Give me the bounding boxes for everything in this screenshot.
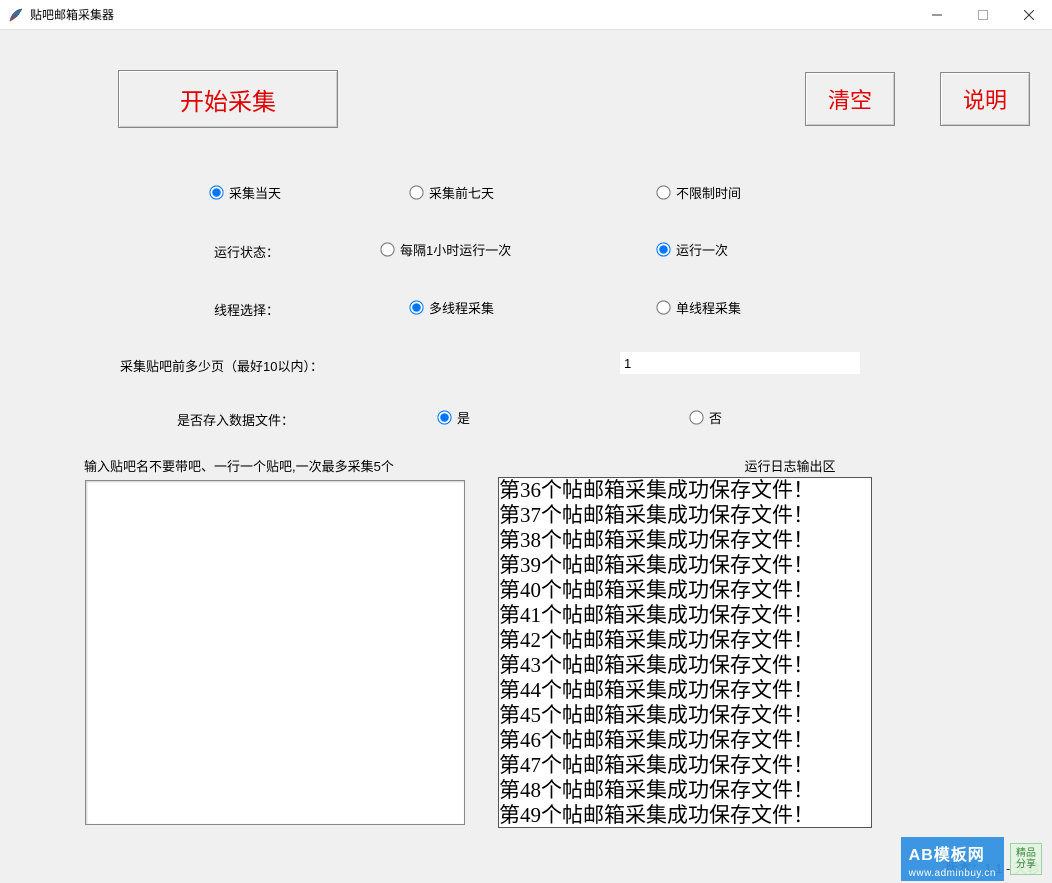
save-file-label: 是否存入数据文件： (177, 410, 294, 429)
log-line: 第46个帖邮箱采集成功保存文件！ (499, 728, 871, 753)
radio-label: 多线程采集 (429, 298, 494, 317)
app-feather-icon (8, 7, 24, 23)
radio-label: 运行一次 (676, 240, 728, 259)
log-line: 第40个帖邮箱采集成功保存文件！ (499, 578, 871, 603)
log-line: 第37个帖邮箱采集成功保存文件！ (499, 503, 871, 528)
log-line: 第42个帖邮箱采集成功保存文件！ (499, 628, 871, 653)
log-line: 第38个帖邮箱采集成功保存文件！ (499, 528, 871, 553)
maximize-button[interactable] (960, 0, 1006, 30)
radio-label: 单线程采集 (676, 298, 741, 317)
radio-no-time-limit[interactable]: 不限制时间 (657, 183, 741, 202)
start-collect-button[interactable]: 开始采集 (118, 70, 338, 128)
log-area-header: 运行日志输出区 (720, 456, 860, 475)
watermark-url: www.adminbuy.cn (901, 868, 1004, 881)
log-line: 第47个帖邮箱采集成功保存文件！ (499, 753, 871, 778)
radio-run-once[interactable]: 运行一次 (657, 240, 728, 259)
radio-run-hourly[interactable]: 每隔1小时运行一次 (381, 240, 511, 259)
radio-collect-today[interactable]: 采集当天 (210, 183, 281, 202)
watermark-badge-square: 精品 分享 (1010, 843, 1042, 875)
thread-label: 线程选择： (214, 300, 279, 319)
radio-save-yes[interactable]: 是 (438, 408, 470, 427)
window-controls (914, 0, 1052, 30)
log-line: 第49个帖邮箱采集成功保存文件！ (499, 803, 871, 828)
titlebar: 贴吧邮箱采集器 (0, 0, 1052, 30)
radio-label: 不限制时间 (676, 183, 741, 202)
log-line: 第39个帖邮箱采集成功保存文件！ (499, 553, 871, 578)
log-line: 第45个帖邮箱采集成功保存文件！ (499, 703, 871, 728)
close-button[interactable] (1006, 0, 1052, 30)
run-state-label: 运行状态： (214, 242, 279, 261)
input-area-header: 输入贴吧名不要带吧、一行一个贴吧,一次最多采集5个 (84, 456, 424, 475)
pages-label: 采集贴吧前多少页（最好10以内）： (120, 356, 323, 375)
radio-label: 每隔1小时运行一次 (400, 240, 511, 259)
log-line: 第43个帖邮箱采集成功保存文件！ (499, 653, 871, 678)
radio-label: 是 (457, 408, 470, 427)
tieba-names-textarea[interactable] (88, 483, 462, 822)
pages-input[interactable] (620, 352, 860, 374)
client-area: 开始采集 清空 说明 采集当天 采集前七天 不限制时间 运行状态： 每隔1小时运… (0, 30, 1052, 883)
help-button[interactable]: 说明 (940, 72, 1030, 126)
radio-label: 否 (709, 408, 722, 427)
window-title: 贴吧邮箱采集器 (30, 6, 114, 23)
radio-multithread[interactable]: 多线程采集 (410, 298, 494, 317)
watermark: AB模板网 www.adminbuy.cn 精品 分享 (901, 837, 1042, 881)
log-output-box[interactable]: 第36个帖邮箱采集成功保存文件！第37个帖邮箱采集成功保存文件！第38个帖邮箱采… (498, 477, 872, 828)
tieba-names-input-box (85, 480, 465, 825)
watermark-brand: AB模板网 (901, 837, 1004, 869)
clear-button[interactable]: 清空 (805, 72, 895, 126)
log-line: 第36个帖邮箱采集成功保存文件！ (499, 478, 871, 503)
minimize-button[interactable] (914, 0, 960, 30)
radio-label: 采集当天 (229, 183, 281, 202)
radio-label: 采集前七天 (429, 183, 494, 202)
radio-singlethread[interactable]: 单线程采集 (657, 298, 741, 317)
log-line: 第41个帖邮箱采集成功保存文件！ (499, 603, 871, 628)
log-line: 第48个帖邮箱采集成功保存文件！ (499, 778, 871, 803)
log-line: 第44个帖邮箱采集成功保存文件！ (499, 678, 871, 703)
radio-collect-7days[interactable]: 采集前七天 (410, 183, 494, 202)
radio-save-no[interactable]: 否 (690, 408, 722, 427)
